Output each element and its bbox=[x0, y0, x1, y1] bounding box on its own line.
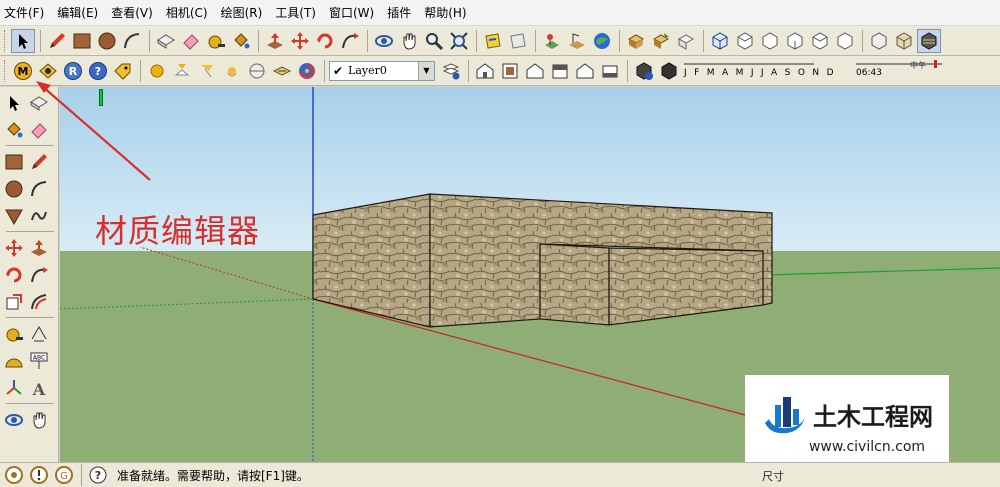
annotation-label: 材质编辑器 bbox=[95, 212, 261, 250]
status-bar: G ? 准备就绪。需要帮助，请按[F1]键。 尺寸 bbox=[0, 462, 1000, 487]
credits-icon[interactable] bbox=[27, 463, 51, 487]
svg-text:?: ? bbox=[95, 469, 101, 482]
instructor-help-icon[interactable]: ? bbox=[86, 463, 110, 487]
geo-location-icon[interactable] bbox=[2, 463, 26, 487]
sign-in-icon[interactable]: G bbox=[52, 463, 76, 487]
measurements-label: 尺寸 bbox=[762, 470, 784, 483]
watermark-logo-icon bbox=[765, 397, 805, 434]
watermark-url: www.civilcn.com bbox=[808, 439, 926, 455]
watermark-title: 土木工程网 bbox=[813, 402, 933, 431]
svg-text:G: G bbox=[60, 471, 68, 482]
status-message: 准备就绪。需要帮助，请按[F1]键。 bbox=[117, 468, 309, 483]
watermark: 土木工程网 www.civilcn.com bbox=[745, 375, 949, 471]
